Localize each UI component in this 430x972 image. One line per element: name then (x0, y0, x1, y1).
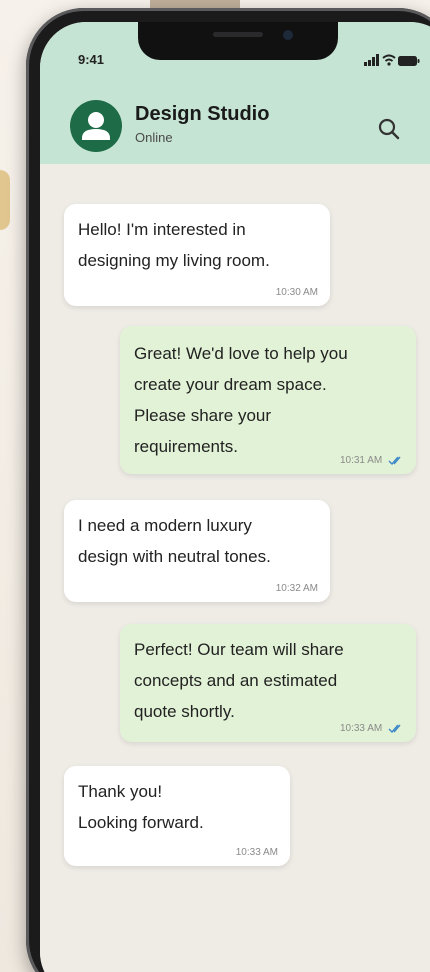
message-text: I need a modern luxury design with neutr… (78, 516, 271, 566)
person-icon (82, 112, 110, 140)
background-decoration (150, 0, 240, 8)
chat-title: Design Studio (135, 103, 270, 125)
background-decoration (0, 170, 10, 230)
chat-status: Online (135, 130, 173, 145)
double-check-icon (388, 456, 401, 465)
message-time: 10:30 AM (276, 287, 318, 298)
search-button[interactable] (376, 116, 402, 142)
double-check-icon (388, 724, 401, 733)
message-time: 10:33 AM (236, 847, 278, 858)
message-timestamp: 10:32 AM (275, 583, 318, 594)
wifi-icon (382, 54, 396, 66)
camera (283, 30, 293, 40)
message-timestamp: 10:33 AM (235, 847, 278, 858)
status-icons (364, 54, 424, 68)
message-incoming[interactable]: I need a modern luxury design with neutr… (64, 500, 330, 602)
message-time: 10:31 AM (340, 455, 404, 466)
message-incoming[interactable]: Thank you! Looking forward. 10:33 AM (64, 766, 290, 866)
search-icon (378, 118, 400, 140)
notch (138, 22, 338, 60)
message-timestamp: 10:30 AM (275, 287, 318, 298)
message-outgoing[interactable]: Great! We'd love to help you create your… (120, 326, 416, 474)
message-time: 10:33 AM (340, 723, 404, 734)
message-text: Hello! I'm interested in designing my li… (78, 220, 270, 270)
chat-header: 9:41 Design Studio Online (40, 22, 430, 164)
chat-area: Hello! I'm interested in designing my li… (40, 164, 430, 972)
scene: 9:41 Design Studio Online Hello! I'm int… (0, 0, 430, 972)
avatar[interactable] (70, 100, 122, 152)
battery-icon (398, 56, 420, 66)
message-time: 10:32 AM (276, 583, 318, 594)
speaker (213, 32, 263, 37)
status-time: 9:41 (78, 52, 105, 67)
message-timestamp: 10:33 AM (339, 723, 383, 734)
message-outgoing[interactable]: Perfect! Our team will share concepts an… (120, 624, 416, 742)
signal-icon (364, 54, 379, 66)
message-incoming[interactable]: Hello! I'm interested in designing my li… (64, 204, 330, 306)
message-text: Perfect! Our team will share concepts an… (134, 640, 344, 721)
message-timestamp: 10:31 AM (339, 455, 383, 466)
phone-frame: 9:41 Design Studio Online Hello! I'm int… (26, 8, 430, 972)
message-text: Thank you! Looking forward. (78, 782, 204, 832)
phone-screen: 9:41 Design Studio Online Hello! I'm int… (40, 22, 430, 972)
message-text: Great! We'd love to help you create your… (134, 344, 348, 456)
